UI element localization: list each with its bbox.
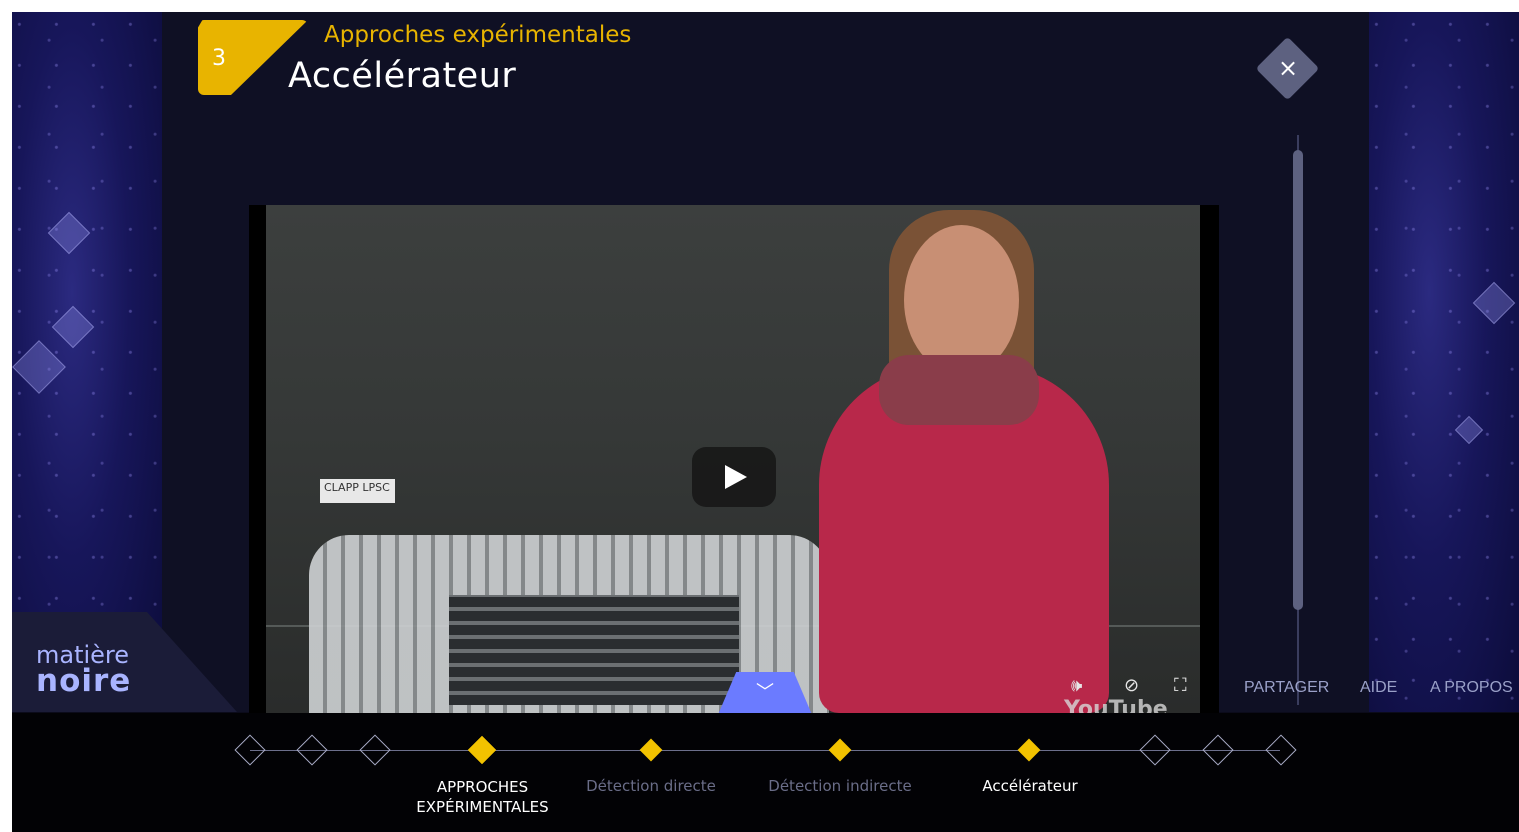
timeline-label-detection-indirecte[interactable]: Détection indirecte (750, 777, 930, 795)
chevron-down-icon[interactable]: ﹀ (747, 678, 783, 703)
starfield-right (1369, 12, 1519, 712)
timeline-label-accelerateur[interactable]: Accélérateur (955, 777, 1105, 795)
chapter-number: 3 (212, 46, 226, 71)
timeline-label-detection-directe[interactable]: Détection directe (570, 777, 732, 795)
captions-off-icon[interactable]: ⊘ (1124, 675, 1139, 696)
speaker-head (904, 225, 1019, 375)
timeline-label-approches[interactable]: APPROCHES EXPÉRIMENTALES (400, 777, 565, 817)
lab-sign: CLAPP LPSC (320, 479, 395, 503)
volume-icon[interactable]: 🕪 (1071, 675, 1082, 696)
section-subtitle: Approches expérimentales (324, 22, 632, 48)
detector-core (449, 595, 739, 705)
share-link[interactable]: PARTAGER (1244, 679, 1329, 697)
page-title: Accélérateur (288, 56, 517, 96)
about-link[interactable]: A PROPOS (1430, 679, 1513, 697)
youtube-logo[interactable]: YouTube (1064, 697, 1168, 713)
video-player[interactable]: CLAPP LPSC 🕪 ⊘ ⛶ YouTube (249, 205, 1219, 713)
fullscreen-icon[interactable]: ⛶ (1174, 675, 1187, 696)
speaker-scarf (879, 355, 1039, 425)
timeline-bar (12, 713, 1519, 832)
play-button[interactable] (692, 447, 776, 507)
play-icon (725, 465, 747, 489)
scrollbar-thumb[interactable] (1293, 150, 1303, 610)
help-link[interactable]: AIDE (1360, 679, 1397, 697)
logo-text-line2[interactable]: noire (36, 663, 131, 699)
close-icon[interactable]: × (1273, 53, 1303, 83)
timeline-line (250, 750, 1280, 751)
